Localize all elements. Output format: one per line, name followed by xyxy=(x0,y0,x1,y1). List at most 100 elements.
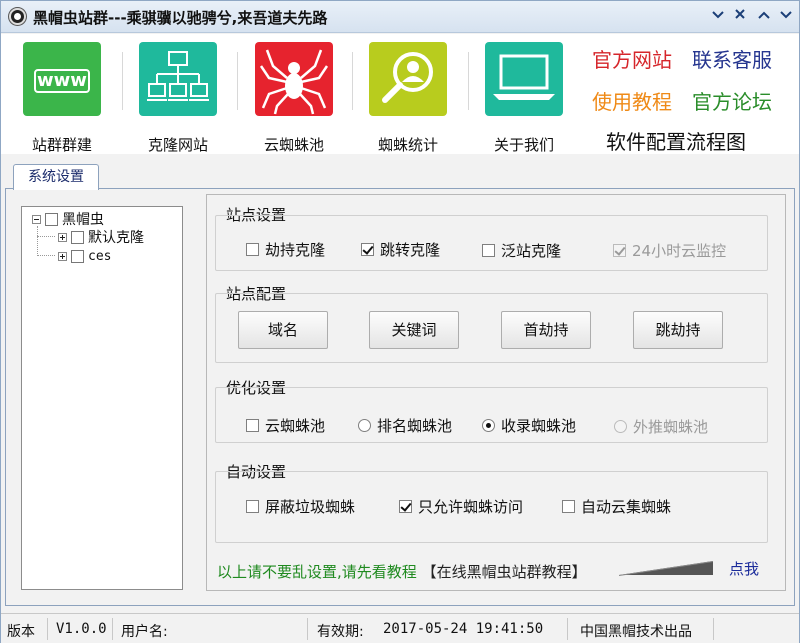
checkbox-box[interactable] xyxy=(399,500,412,513)
radio-circle[interactable] xyxy=(482,419,495,432)
checkbox-hijack-clone[interactable]: 劫持克隆 xyxy=(246,239,325,260)
checkbox-box[interactable] xyxy=(246,500,259,513)
radio-index-spider-pool[interactable]: 收录蜘蛛池 xyxy=(482,415,576,436)
expiry-label: 有效期: xyxy=(317,624,364,640)
version-label: 版本 xyxy=(7,624,35,640)
checkbox-24h-monitor[interactable]: 24小时云监控 xyxy=(613,240,726,261)
link-tutorial[interactable]: 使用教程 xyxy=(592,86,672,115)
option-label: 云蜘蛛池 xyxy=(265,417,326,435)
network-icon xyxy=(139,42,217,116)
chevron-down-icon[interactable] xyxy=(775,7,797,27)
main-window: 黑帽虫站群---乘骐骥以驰骋兮,来吾道夫先路 www 站群群建 克隆网站 云蜘蛛… xyxy=(0,0,800,643)
tree-connector xyxy=(37,226,38,256)
expand-icon[interactable] xyxy=(58,251,67,261)
notice-row: 以上请不要乱设置,请先看教程 【在线黑帽虫站群教程】 xyxy=(217,561,587,582)
window-title: 黑帽虫站群---乘骐骥以驰骋兮,来吾道夫先路 xyxy=(33,9,328,27)
tab-system-settings[interactable]: 系统设置 xyxy=(13,164,99,190)
checkbox-spiders-only[interactable]: 只允许蜘蛛访问 xyxy=(399,496,523,517)
www-icon: www xyxy=(23,42,101,116)
version-value: V1.0.0 xyxy=(56,621,107,637)
checkbox-redirect-clone[interactable]: 跳转克隆 xyxy=(361,239,440,260)
checkbox-box[interactable] xyxy=(246,419,259,432)
status-bar: 版本 V1.0.0 用户名: 有效期: 2017-05-24 19:41:50 … xyxy=(1,613,799,643)
vendor-text: 中国黑帽技术出品 xyxy=(580,624,692,640)
checkbox-box[interactable] xyxy=(613,244,626,257)
radio-rank-spider-pool[interactable]: 排名蜘蛛池 xyxy=(358,415,452,436)
tree-node-root[interactable]: 黑帽虫 xyxy=(32,210,104,228)
tree-connector xyxy=(37,255,55,256)
status-divider xyxy=(307,618,308,640)
option-label: 排名蜘蛛池 xyxy=(377,417,453,435)
toolbar-spider-stats[interactable]: 蜘蛛统计 xyxy=(353,42,463,154)
tree-node-child[interactable]: ces xyxy=(58,247,111,265)
radio-circle[interactable] xyxy=(614,420,627,433)
status-divider xyxy=(713,618,714,640)
expiry-value: 2017-05-24 19:41:50 xyxy=(383,621,544,637)
collapse-icon[interactable] xyxy=(32,214,41,224)
toolbar: www 站群群建 克隆网站 云蜘蛛池 蜘蛛统计 关于我们 官方网站 联系客服 使… xyxy=(1,34,799,154)
click-me-link[interactable]: 点我 xyxy=(729,558,759,579)
close-icon[interactable] xyxy=(729,7,751,27)
svg-text:www: www xyxy=(37,70,87,91)
toolbar-about-us[interactable]: 关于我们 xyxy=(469,42,579,154)
option-label: 泛站克隆 xyxy=(501,242,562,260)
title-bar: 黑帽虫站群---乘骐骥以驰骋兮,来吾道夫先路 xyxy=(1,1,799,33)
tutorial-link[interactable]: 【在线黑帽虫站群教程】 xyxy=(422,563,587,581)
option-label: 外推蜘蛛池 xyxy=(633,418,709,436)
tree-node-label: 默认克隆 xyxy=(88,230,144,246)
checkbox-cloud-spider-pool[interactable]: 云蜘蛛池 xyxy=(246,415,325,436)
toolbar-clone-site[interactable]: 克隆网站 xyxy=(123,42,233,154)
warning-text: 以上请不要乱设置,请先看教程 xyxy=(217,563,417,581)
tree-checkbox[interactable] xyxy=(71,249,84,263)
link-official-site[interactable]: 官方网站 xyxy=(592,44,672,73)
toolbar-label: 云蜘蛛池 xyxy=(263,136,324,154)
status-divider xyxy=(567,618,568,640)
expand-icon[interactable] xyxy=(58,232,67,242)
status-divider xyxy=(47,618,48,640)
checkbox-box[interactable] xyxy=(482,244,495,257)
radio-external-spider-pool[interactable]: 外推蜘蛛池 xyxy=(614,416,708,437)
toolbar-site-build[interactable]: www 站群群建 xyxy=(7,42,117,154)
chevron-up-icon[interactable] xyxy=(753,7,775,27)
checkbox-box[interactable] xyxy=(361,243,374,256)
signal-bars-icon xyxy=(619,559,715,577)
keywords-button[interactable]: 关键词 xyxy=(369,311,459,349)
tree-checkbox[interactable] xyxy=(71,230,84,244)
radio-circle[interactable] xyxy=(358,419,371,432)
site-tree[interactable]: 黑帽虫 默认克隆 ces xyxy=(21,206,183,590)
domain-button[interactable]: 域名 xyxy=(238,311,328,349)
toolbar-label: 克隆网站 xyxy=(147,136,208,154)
link-config-flowchart[interactable]: 软件配置流程图 xyxy=(606,126,746,155)
spider-icon xyxy=(255,42,333,116)
option-label: 跳转克隆 xyxy=(380,241,441,259)
toolbar-label: 站群群建 xyxy=(31,136,92,154)
tree-node-label: ces xyxy=(88,248,112,264)
checkbox-box[interactable] xyxy=(562,500,575,513)
link-forum[interactable]: 官方论坛 xyxy=(692,86,772,115)
quick-links: 官方网站 联系客服 使用教程 官方论坛 软件配置流程图 xyxy=(586,38,796,154)
option-label: 屏蔽垃圾蜘蛛 xyxy=(265,498,356,516)
redirect-hijack-button[interactable]: 跳劫持 xyxy=(633,311,723,349)
toolbar-label: 关于我们 xyxy=(493,136,554,154)
option-label: 收录蜘蛛池 xyxy=(501,417,577,435)
magnifier-user-icon xyxy=(369,42,447,116)
username-label: 用户名: xyxy=(121,624,168,640)
app-logo-icon xyxy=(9,8,26,25)
checkbox-auto-gather-spiders[interactable]: 自动云集蜘蛛 xyxy=(562,496,671,517)
option-label: 自动云集蜘蛛 xyxy=(581,498,672,516)
checkbox-wildcard-clone[interactable]: 泛站克隆 xyxy=(482,240,561,261)
tree-node-label: 黑帽虫 xyxy=(62,212,104,228)
checkbox-box[interactable] xyxy=(246,243,259,256)
laptop-icon xyxy=(485,42,563,116)
status-divider xyxy=(112,618,113,640)
option-label: 24小时云监控 xyxy=(632,242,727,260)
option-label: 只允许蜘蛛访问 xyxy=(418,498,524,516)
link-contact-support[interactable]: 联系客服 xyxy=(692,44,772,73)
tree-node-child[interactable]: 默认克隆 xyxy=(58,228,144,246)
chevron-down-icon[interactable] xyxy=(707,7,729,27)
home-hijack-button[interactable]: 首劫持 xyxy=(501,311,591,349)
toolbar-cloud-spider-pool[interactable]: 云蜘蛛池 xyxy=(239,42,349,154)
checkbox-block-junk-spiders[interactable]: 屏蔽垃圾蜘蛛 xyxy=(246,496,355,517)
tree-checkbox[interactable] xyxy=(45,212,58,226)
toolbar-divider xyxy=(237,52,238,110)
